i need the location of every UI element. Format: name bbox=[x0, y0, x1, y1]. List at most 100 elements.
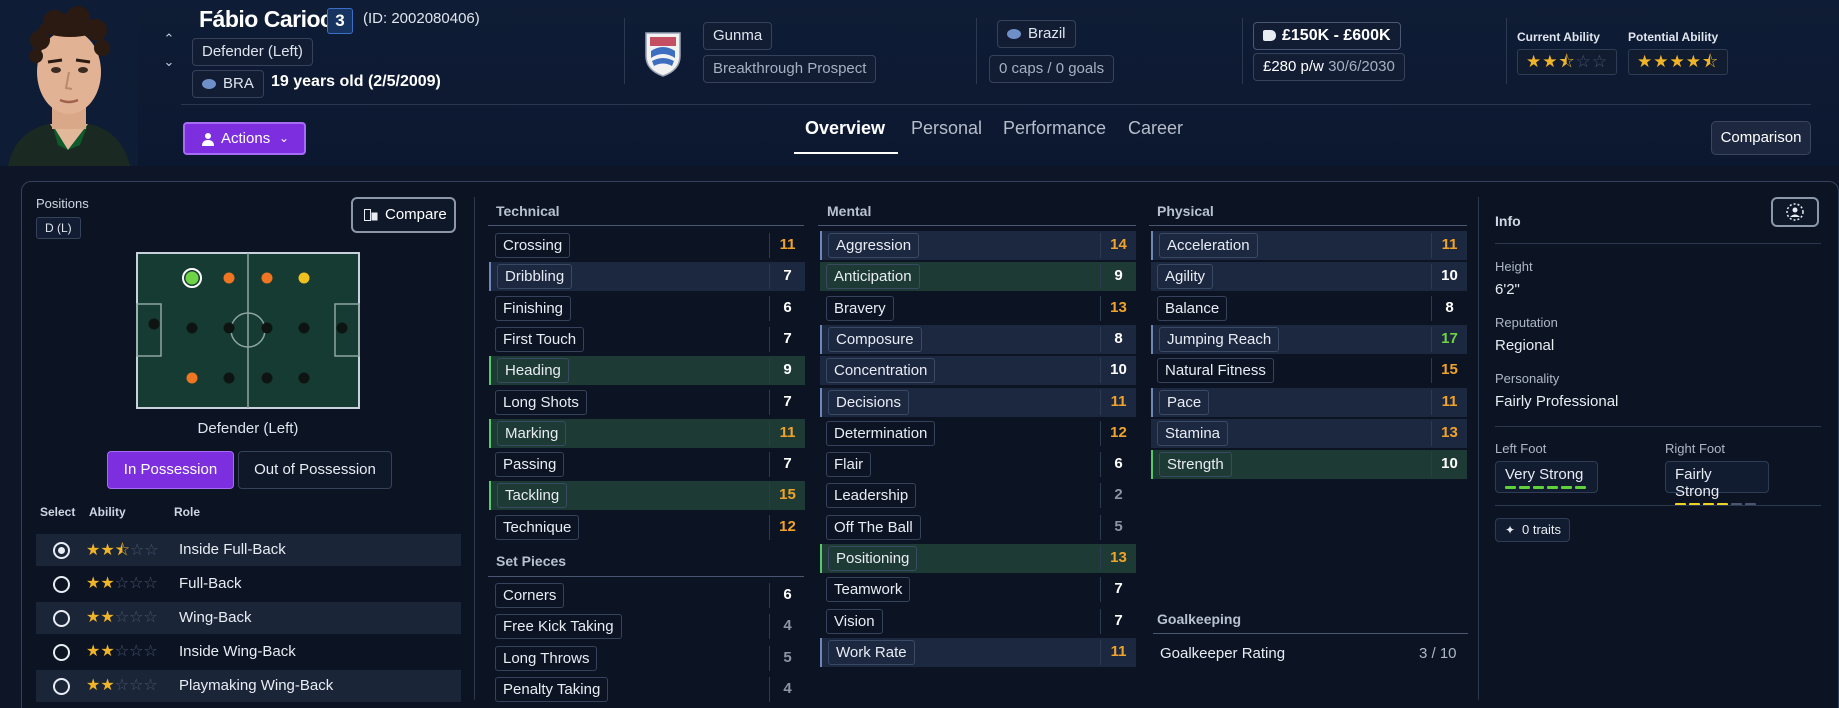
attribute-value: 5 bbox=[769, 645, 805, 671]
sparkle-icon: ✦ bbox=[1505, 523, 1516, 537]
position-dot[interactable] bbox=[261, 272, 273, 284]
out-of-possession-toggle[interactable]: Out of Possession bbox=[238, 451, 392, 489]
club-crest-icon[interactable] bbox=[638, 28, 688, 78]
tab-performance[interactable]: Performance bbox=[1003, 118, 1106, 139]
player-name: Fábio Carioca bbox=[199, 6, 345, 32]
attribute-row[interactable]: Concentration 10 bbox=[820, 356, 1136, 386]
attribute-value: 8 bbox=[1431, 295, 1467, 321]
club-name-chip[interactable]: Gunma bbox=[703, 22, 773, 50]
attribute-row[interactable]: Strength 10 bbox=[1151, 450, 1467, 480]
attribute-row[interactable]: Penalty Taking 4 bbox=[489, 675, 805, 704]
attribute-name: Tackling bbox=[497, 483, 568, 509]
position-dot[interactable] bbox=[186, 322, 198, 334]
left-foot-value: Very Strong bbox=[1505, 466, 1584, 483]
role-row[interactable]: ★★☆☆☆ Playmaking Wing-Back bbox=[36, 670, 461, 702]
attribute-row[interactable]: Crossing 11 bbox=[489, 231, 805, 260]
tab-personal[interactable]: Personal bbox=[911, 118, 982, 139]
compare-button[interactable]: Compare bbox=[351, 197, 456, 233]
nationality-chip[interactable]: BRA bbox=[192, 70, 264, 98]
ability-column-header: Ability bbox=[89, 505, 126, 519]
role-radio[interactable] bbox=[53, 644, 70, 661]
tag-icon bbox=[1263, 30, 1276, 41]
attribute-row[interactable]: Decisions 11 bbox=[820, 387, 1136, 417]
attribute-row[interactable]: Finishing 6 bbox=[489, 294, 805, 323]
position-dot[interactable] bbox=[223, 372, 235, 384]
chevron-up-icon[interactable]: ⌃ bbox=[160, 31, 178, 47]
attribute-row[interactable]: Tackling 15 bbox=[489, 481, 805, 511]
person-icon bbox=[202, 133, 214, 146]
attribute-row[interactable]: Off The Ball 5 bbox=[820, 513, 1136, 542]
position-dot[interactable] bbox=[261, 322, 273, 334]
pitch-diagram[interactable] bbox=[136, 252, 360, 409]
attribute-row[interactable]: Passing 7 bbox=[489, 450, 805, 479]
attribute-row[interactable]: Technique 12 bbox=[489, 513, 805, 542]
attribute-row[interactable]: Heading 9 bbox=[489, 356, 805, 386]
position-dot[interactable] bbox=[223, 272, 235, 284]
position-dot[interactable] bbox=[223, 322, 235, 334]
attribute-row[interactable]: Vision 7 bbox=[820, 607, 1136, 636]
attribute-name: Corners bbox=[495, 583, 565, 608]
attribute-row[interactable]: Composure 8 bbox=[820, 324, 1136, 354]
comparison-button[interactable]: Comparison bbox=[1711, 121, 1811, 155]
role-row[interactable]: ★★☆☆☆ Inside Wing-Back bbox=[36, 636, 461, 668]
attribute-row[interactable]: Corners 6 bbox=[489, 581, 805, 610]
attribute-row[interactable]: Acceleration 11 bbox=[1151, 231, 1467, 260]
attribute-row[interactable]: Teamwork 7 bbox=[820, 575, 1136, 604]
role-radio[interactable] bbox=[53, 576, 70, 593]
tab-career[interactable]: Career bbox=[1128, 118, 1183, 139]
role-row[interactable]: ★★⯪☆☆ Inside Full-Back bbox=[36, 534, 461, 566]
attribute-row[interactable]: Agility 10 bbox=[1151, 262, 1467, 292]
attribute-value: 9 bbox=[769, 358, 805, 384]
role-row[interactable]: ★★☆☆☆ Wing-Back bbox=[36, 602, 461, 634]
role-row[interactable]: ★★☆☆☆ Full-Back bbox=[36, 568, 461, 600]
attribute-row[interactable]: Balance 8 bbox=[1151, 294, 1467, 323]
attribute-row[interactable]: First Touch 7 bbox=[489, 325, 805, 354]
attribute-row[interactable]: Jumping Reach 17 bbox=[1151, 324, 1467, 354]
attribute-name: First Touch bbox=[495, 326, 585, 352]
role-radio[interactable] bbox=[53, 610, 70, 627]
attribute-row[interactable]: Aggression 14 bbox=[820, 231, 1136, 260]
chevron-down-icon[interactable]: ⌄ bbox=[160, 54, 178, 70]
personality-button[interactable] bbox=[1771, 197, 1819, 227]
role-name: Wing-Back bbox=[179, 609, 252, 626]
attribute-row[interactable]: Determination 12 bbox=[820, 419, 1136, 448]
attribute-row[interactable]: Pace 11 bbox=[1151, 387, 1467, 417]
attribute-row[interactable]: Free Kick Taking 4 bbox=[489, 612, 805, 641]
attribute-row[interactable]: Long Shots 7 bbox=[489, 388, 805, 417]
current-ability-label: Current Ability bbox=[1517, 30, 1600, 44]
actions-button[interactable]: Actions ⌄ bbox=[183, 122, 306, 155]
traits-chip[interactable]: ✦ 0 traits bbox=[1495, 518, 1571, 542]
attribute-name: Marking bbox=[497, 420, 567, 446]
attribute-name: Agility bbox=[1157, 264, 1214, 290]
attribute-row[interactable]: Flair 6 bbox=[820, 450, 1136, 479]
attribute-row[interactable]: Dribbling 7 bbox=[489, 262, 805, 292]
role-radio[interactable] bbox=[53, 542, 70, 559]
position-dot[interactable] bbox=[336, 322, 348, 334]
role-name: Inside Wing-Back bbox=[179, 643, 296, 660]
star-icon: ★ bbox=[100, 609, 115, 626]
in-possession-toggle[interactable]: In Possession bbox=[107, 451, 234, 489]
potential-ability-label: Potential Ability bbox=[1628, 30, 1719, 44]
attribute-row[interactable]: Bravery 13 bbox=[820, 294, 1136, 323]
attribute-row[interactable]: Long Throws 5 bbox=[489, 644, 805, 673]
position-dot[interactable] bbox=[186, 372, 198, 384]
position-dot[interactable] bbox=[298, 322, 310, 334]
attribute-row[interactable]: Natural Fitness 15 bbox=[1151, 356, 1467, 385]
attribute-row[interactable]: Work Rate 11 bbox=[820, 637, 1136, 667]
tab-overview[interactable]: Overview bbox=[805, 118, 885, 139]
attribute-name: Teamwork bbox=[826, 577, 911, 603]
attribute-row[interactable]: Marking 11 bbox=[489, 418, 805, 448]
country-chip[interactable]: Brazil bbox=[997, 20, 1076, 48]
star-icon: ☆ bbox=[143, 677, 158, 694]
attribute-row[interactable]: Stamina 13 bbox=[1151, 418, 1467, 448]
attribute-row[interactable]: Leadership 2 bbox=[820, 481, 1136, 510]
attribute-row[interactable]: Positioning 13 bbox=[820, 544, 1136, 573]
position-dot[interactable] bbox=[298, 272, 310, 284]
position-dot[interactable] bbox=[182, 268, 202, 288]
position-dot[interactable] bbox=[148, 318, 160, 330]
role-radio[interactable] bbox=[53, 678, 70, 695]
attribute-name: Off The Ball bbox=[826, 514, 921, 540]
attribute-row[interactable]: Anticipation 9 bbox=[820, 262, 1136, 292]
position-dot[interactable] bbox=[298, 372, 310, 384]
position-dot[interactable] bbox=[261, 372, 273, 384]
